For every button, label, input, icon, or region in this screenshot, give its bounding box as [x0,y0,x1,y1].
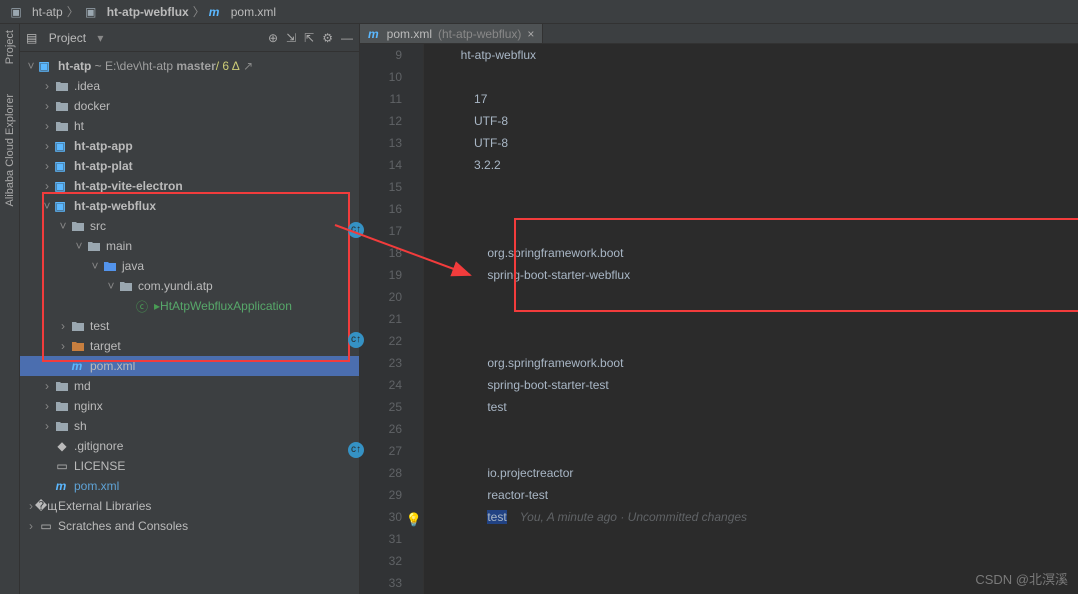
tree-row[interactable]: mpom.xml [20,356,359,376]
close-icon[interactable]: × [527,27,534,41]
folder-icon [102,258,118,274]
chevron-right-icon: 〉 [193,3,205,20]
folder-icon: ⓒ [134,298,150,314]
folder-icon: ◆ [54,438,70,454]
folder-icon [54,98,70,114]
expander-icon[interactable]: › [40,179,54,193]
expander-icon[interactable]: › [40,379,54,393]
folder-icon: ▣ [54,178,70,194]
folder-icon: ▭ [54,458,70,474]
editor-body[interactable]: 910111213141516c↑1718192021c↑2223242526c… [360,44,1078,594]
collapse-all-icon[interactable]: ⇱ [304,31,314,45]
expander-icon[interactable]: ˅ [40,199,54,213]
tab-context: (ht-atp-webflux) [438,27,521,41]
pane-title[interactable]: ▤ Project ▾ [26,31,268,45]
tree-row[interactable]: ›▣ht-atp-plat [20,156,359,176]
left-tool-strip: Project Alibaba Cloud Explorer [0,24,20,594]
tree-row[interactable]: ˅com.yundi.atp [20,276,359,296]
expander-icon[interactable]: › [40,79,54,93]
bulb-icon[interactable]: 💡 [406,509,422,531]
breadcrumb: ▣ht-atp 〉 ▣ht-atp-webflux 〉 m pom.xml [0,0,1078,24]
expander-icon[interactable]: › [40,399,54,413]
tree-row[interactable]: ›md [20,376,359,396]
folder-icon [54,398,70,414]
folder-icon: ▣ [54,158,70,174]
select-opened-icon[interactable]: ⊕ [268,31,278,45]
editor-tab-bar: m pom.xml (ht-atp-webflux) × [360,24,1078,44]
breadcrumb-item[interactable]: ▣ht-atp-webflux [83,4,189,20]
expander-icon[interactable]: ˅ [72,239,86,253]
folder-icon: ▭ [38,518,54,534]
tree-row[interactable]: ›test [20,316,359,336]
project-tree[interactable]: ˅▣ht-atp ~ E:\dev\ht-atp master / 6 Δ ↗›… [20,52,359,594]
folder-icon: ▣ [54,198,70,214]
folder-icon [70,318,86,334]
tree-row[interactable]: ˅src [20,216,359,236]
gutter-commit-icon[interactable]: c↑ [348,442,364,458]
expand-all-icon[interactable]: ⇲ [286,31,296,45]
folder-icon [70,338,86,354]
expander-icon[interactable]: › [40,419,54,433]
tree-row[interactable]: ›ht [20,116,359,136]
code-text[interactable]: ht-atp-webflux 17 UTF-8 UTF-8 3.2.2 org.… [424,44,1078,594]
tree-row[interactable]: ›.idea [20,76,359,96]
tree-row[interactable]: ›▣ht-atp-app [20,136,359,156]
folder-icon: ▣ [38,58,54,74]
expander-icon[interactable]: ˅ [24,59,38,73]
folder-icon [54,378,70,394]
chevron-right-icon: 〉 [67,3,79,20]
expander-icon[interactable]: › [56,319,70,333]
expander-icon[interactable]: ˅ [104,279,118,293]
breadcrumb-item[interactable]: m pom.xml [209,5,276,19]
editor-tab[interactable]: m pom.xml (ht-atp-webflux) × [360,24,543,43]
folder-icon [54,418,70,434]
gutter: 910111213141516c↑1718192021c↑2223242526c… [360,44,410,594]
tree-row[interactable]: ›docker [20,96,359,116]
folder-icon: m [54,478,70,494]
tool-project[interactable]: Project [4,30,16,64]
tree-row[interactable]: ›target [20,336,359,356]
tool-cloud-explorer[interactable]: Alibaba Cloud Explorer [4,94,16,207]
tree-row[interactable]: ›▣ht-atp-vite-electron [20,176,359,196]
folder-icon [118,278,134,294]
breadcrumb-item[interactable]: ▣ht-atp [8,4,63,20]
maven-file-icon: m [368,27,379,41]
folder-icon [54,118,70,134]
project-pane-header: ▤ Project ▾ ⊕ ⇲ ⇱ ⚙ — [20,24,359,52]
tree-row[interactable]: ˅java [20,256,359,276]
gear-icon[interactable]: ⚙ [322,31,333,45]
hide-icon[interactable]: — [341,31,353,45]
folder-icon: �щ [38,498,54,514]
tree-row[interactable]: ˅▣ht-atp ~ E:\dev\ht-atp master / 6 Δ ↗ [20,56,359,76]
folder-icon [70,218,86,234]
tree-row[interactable]: ›nginx [20,396,359,416]
project-pane: ▤ Project ▾ ⊕ ⇲ ⇱ ⚙ — ˅▣ht-atp ~ E:\dev\… [20,24,360,594]
expander-icon[interactable]: › [40,99,54,113]
tree-row[interactable]: ›▭Scratches and Consoles [20,516,359,536]
tree-row[interactable]: ▭LICENSE [20,456,359,476]
tree-row[interactable]: ˅▣ht-atp-webflux [20,196,359,216]
tree-row[interactable]: ◆.gitignore [20,436,359,456]
expander-icon[interactable]: ˅ [88,259,102,273]
folder-icon: ▣ [54,138,70,154]
editor-area: m pom.xml (ht-atp-webflux) × 91011121314… [360,24,1078,594]
tree-row[interactable]: ›sh [20,416,359,436]
tree-row[interactable]: ⓒ▸ HtAtpWebfluxApplication [20,296,359,316]
expander-icon[interactable]: › [40,159,54,173]
watermark: CSDN @北溟溪 [975,569,1068,588]
gutter-commit-icon[interactable]: c↑ [348,332,364,348]
tree-row[interactable]: ›�щExternal Libraries [20,496,359,516]
expander-icon[interactable]: › [56,339,70,353]
gutter-commit-icon[interactable]: c↑ [348,222,364,238]
expander-icon[interactable]: › [24,519,38,533]
tree-row[interactable]: mpom.xml [20,476,359,496]
tab-filename: pom.xml [387,27,432,41]
expander-icon[interactable]: › [40,139,54,153]
tree-row[interactable]: ˅main [20,236,359,256]
expander-icon[interactable]: › [40,119,54,133]
expander-icon[interactable]: ˅ [56,219,70,233]
folder-icon [54,78,70,94]
folder-icon: m [70,358,86,374]
folder-icon [86,238,102,254]
